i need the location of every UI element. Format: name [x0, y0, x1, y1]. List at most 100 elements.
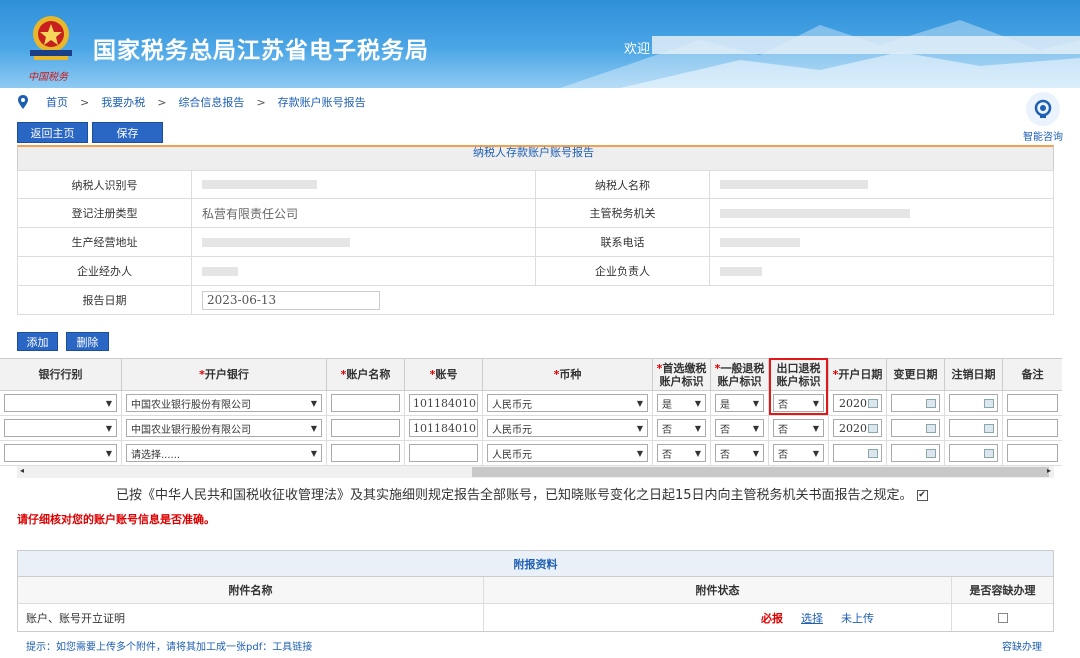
phone-value [710, 228, 1053, 256]
cancel-date-input[interactable] [949, 394, 998, 412]
open-date-cell: 2020 [829, 416, 887, 440]
save-button[interactable]: 保存 [92, 122, 163, 143]
col-first-tax: *首选缴税 账户标识 [653, 359, 711, 390]
bank-select[interactable]: 中国农业银行股份有限公司 ▼ [126, 419, 322, 437]
breadcrumb-tax-service[interactable]: 我要办税 [101, 94, 145, 110]
remark-input[interactable] [1007, 444, 1058, 462]
account-no-cell: 101184010 [405, 391, 483, 415]
breadcrumb: 首页 > 我要办税 > 综合信息报告 > 存款账户账号报告 [18, 93, 366, 111]
col-change-date: 变更日期 [887, 359, 945, 390]
calendar-icon[interactable] [868, 448, 878, 458]
calendar-icon[interactable] [926, 448, 936, 458]
col-account-no-text: 账号 [435, 368, 458, 381]
select-file-link[interactable]: 选择 [801, 610, 823, 626]
open-date-input[interactable]: 2020 [833, 419, 882, 437]
open-date-input[interactable] [833, 444, 882, 462]
cancel-date-input[interactable] [949, 444, 998, 462]
smart-consult-label: 智能咨询 [1023, 132, 1063, 143]
bank-type-cell: ▼ [0, 441, 122, 465]
bank-type-select[interactable]: ▼ [4, 419, 117, 437]
change-date-cell [887, 441, 945, 465]
col-first-tax-text: *首选缴税 账户标识 [656, 361, 707, 388]
first-tax-select[interactable]: 否 ▼ [657, 444, 706, 462]
horizontal-scrollbar[interactable]: ◂ ▸ [17, 466, 1054, 478]
bank-cell: 中国农业银行股份有限公司 ▼ [122, 391, 327, 415]
currency-select[interactable]: 人民币元 ▼ [487, 419, 648, 437]
chevron-down-icon: ▼ [310, 448, 317, 458]
tolerance-cell [952, 604, 1053, 631]
smart-consult-button[interactable]: 智能咨询 [1012, 88, 1074, 143]
report-date-input[interactable]: 2023-06-13 [202, 290, 380, 310]
breadcrumb-separator: > [256, 95, 266, 109]
account-name-input[interactable] [331, 444, 400, 462]
location-pin-icon [18, 95, 28, 109]
calendar-icon[interactable] [984, 423, 994, 433]
general-refund-select[interactable]: 是 ▼ [715, 394, 764, 412]
calendar-icon[interactable] [984, 448, 994, 458]
remark-input[interactable] [1007, 394, 1058, 412]
calendar-icon[interactable] [926, 423, 936, 433]
change-date-input[interactable] [891, 419, 940, 437]
export-refund-cell: 否 ▼ [769, 416, 829, 440]
export-refund-select[interactable]: 否 ▼ [773, 444, 824, 462]
attachments-title: 附报资料 [18, 551, 1053, 577]
currency-select[interactable]: 人民币元 ▼ [487, 394, 648, 412]
upload-hint[interactable]: 提示：如您需要上传多个附件，请将其加工成一张pdf：工具链接 [26, 638, 312, 653]
open-date-input[interactable]: 2020 [833, 394, 882, 412]
registration-type-label: 登记注册类型 [18, 199, 192, 227]
change-date-cell [887, 391, 945, 415]
col-account-no: * 账号 [405, 359, 483, 390]
breadcrumb-info-report[interactable]: 综合信息报告 [178, 94, 244, 110]
account-name-input[interactable] [331, 394, 400, 412]
account-no-input[interactable]: 101184010 [409, 394, 478, 412]
bank-select[interactable]: 请选择...... ▼ [126, 444, 322, 462]
back-home-button[interactable]: 返回主页 [17, 122, 88, 143]
export-refund-value: 否 [778, 424, 788, 436]
chevron-down-icon: ▼ [812, 448, 819, 458]
account-name-input[interactable] [331, 419, 400, 437]
calendar-icon[interactable] [926, 398, 936, 408]
scroll-left-icon[interactable]: ◂ [20, 466, 24, 475]
cancel-date-cell [945, 416, 1003, 440]
calendar-icon[interactable] [868, 398, 878, 408]
account-row: ▼ 中国农业银行股份有限公司 ▼ 101184010 人民币元 ▼ 是 ▼ 是 ▼ 否 ▼… [0, 391, 1062, 416]
account-no-input[interactable] [409, 444, 478, 462]
chevron-down-icon: ▼ [105, 448, 112, 458]
export-refund-select[interactable]: 否 ▼ [773, 419, 824, 437]
col-bank-text: 开户银行 [204, 368, 249, 381]
statement-checkbox[interactable]: ✔ [916, 490, 928, 501]
add-row-button[interactable]: 添加 [17, 332, 58, 351]
site-header: 中国税务 国家税务总局江苏省电子税务局 欢迎 [0, 0, 1080, 88]
breadcrumb-home[interactable]: 首页 [46, 94, 68, 110]
breadcrumb-separator: > [157, 95, 167, 109]
remark-input[interactable] [1007, 419, 1058, 437]
general-refund-select[interactable]: 否 ▼ [715, 444, 764, 462]
bank-type-select[interactable]: ▼ [4, 394, 117, 412]
scrollbar-thumb[interactable] [472, 467, 1049, 477]
general-refund-select[interactable]: 否 ▼ [715, 419, 764, 437]
calendar-icon[interactable] [868, 423, 878, 433]
account-no-input[interactable]: 101184010 [409, 419, 478, 437]
attachments-table: 附报资料 附件名称 附件状态 是否容缺办理 账户、账号开立证明 必报 选择 未上… [17, 550, 1054, 632]
change-date-input[interactable] [891, 394, 940, 412]
first-tax-select[interactable]: 是 ▼ [657, 394, 706, 412]
scroll-right-icon[interactable]: ▸ [1047, 466, 1051, 475]
cancel-date-input[interactable] [949, 419, 998, 437]
chevron-down-icon: ▼ [636, 398, 643, 408]
tolerance-checkbox[interactable] [997, 612, 1008, 623]
breadcrumb-current: 存款账户账号报告 [277, 96, 366, 109]
chevron-down-icon: ▼ [105, 398, 112, 408]
tolerance-link[interactable]: 容缺办理 [1002, 638, 1042, 653]
currency-select[interactable]: 人民币元 ▼ [487, 444, 648, 462]
delete-row-button[interactable]: 删除 [66, 332, 109, 351]
bank-cell: 中国农业银行股份有限公司 ▼ [122, 416, 327, 440]
calendar-icon[interactable] [984, 398, 994, 408]
bank-type-select[interactable]: ▼ [4, 444, 117, 462]
bank-select[interactable]: 中国农业银行股份有限公司 ▼ [126, 394, 322, 412]
principal-value [710, 257, 1053, 285]
change-date-input[interactable] [891, 444, 940, 462]
chevron-down-icon: ▼ [812, 423, 819, 433]
first-tax-select[interactable]: 否 ▼ [657, 419, 706, 437]
welcome-text: 欢迎 [624, 42, 651, 57]
cancel-date-cell [945, 391, 1003, 415]
